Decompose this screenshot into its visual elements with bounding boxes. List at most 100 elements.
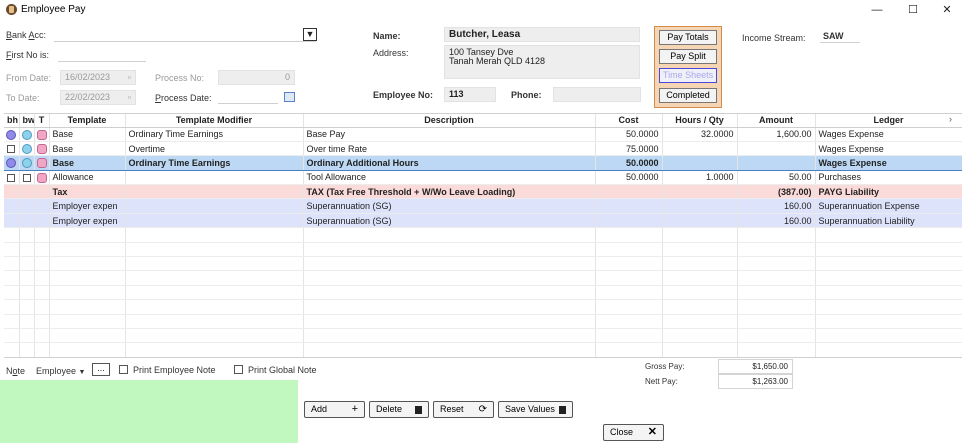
phone-label: Phone: xyxy=(511,90,542,100)
save-values-button[interactable]: Save Values xyxy=(498,401,573,418)
table-row[interactable]: Base Overtime Over time Rate 75.0000 Wag… xyxy=(4,141,962,157)
table-row[interactable]: Base Ordinary Time Earnings Base Pay 50.… xyxy=(4,127,962,142)
from-date-input[interactable]: 16/02/2023 ▫ xyxy=(60,70,136,85)
close-button[interactable]: Close ✕ xyxy=(603,424,664,441)
bh-checkbox[interactable] xyxy=(7,145,16,154)
empty-row xyxy=(4,328,962,344)
process-date-label: Process Date: xyxy=(155,93,212,103)
note-browse-button[interactable]: ... xyxy=(92,363,110,376)
app-logo-icon xyxy=(6,4,17,15)
pay-totals-button[interactable]: Pay Totals xyxy=(659,30,717,45)
income-stream-value[interactable]: SAW xyxy=(820,30,860,43)
bank-acc-label: Bank Acc: xyxy=(6,30,47,40)
bank-acc-select[interactable] xyxy=(54,28,316,42)
name-label: Name: xyxy=(373,31,401,41)
table-row-employer[interactable]: Employer expen Superannuation (SG) 160.0… xyxy=(4,198,962,214)
cell-ledger: Wages Expense xyxy=(815,127,962,142)
col-header-bh[interactable]: bh xyxy=(4,114,20,128)
minimize-button[interactable]: — xyxy=(862,2,892,18)
cell-ledger: Superannuation Expense xyxy=(815,198,962,214)
to-date-label: To Date: xyxy=(6,93,40,103)
process-date-input[interactable] xyxy=(218,90,278,104)
process-no-input[interactable]: 0 xyxy=(218,70,295,85)
first-no-input[interactable] xyxy=(58,48,146,62)
cell-modifier xyxy=(125,170,304,186)
bh-indicator-icon[interactable] xyxy=(6,129,17,140)
net-pay-value: $1,263.00 xyxy=(718,374,793,389)
cell-hours xyxy=(662,141,738,157)
cell-description: TAX (Tax Free Threshold + W/Wo Leave Loa… xyxy=(303,184,596,200)
type-indicator-icon[interactable] xyxy=(36,158,47,169)
address-line-2: Tanah Merah QLD 4128 xyxy=(449,56,546,66)
cell-amount: 160.00 xyxy=(737,198,816,214)
cell-cost xyxy=(595,184,663,200)
cell-modifier: Ordinary Time Earnings xyxy=(125,127,304,142)
cell-cost xyxy=(595,198,663,214)
col-header-hours-qty[interactable]: Hours / Qty xyxy=(662,114,738,128)
save-icon xyxy=(558,405,566,414)
delete-button[interactable]: Delete xyxy=(369,401,429,418)
table-row-selected[interactable]: Base Ordinary Time Earnings Ordinary Add… xyxy=(4,155,962,171)
cell-template: Employer expen xyxy=(49,213,126,229)
time-sheets-button[interactable]: Time Sheets xyxy=(659,68,717,83)
empty-row xyxy=(4,242,962,258)
empty-row xyxy=(4,227,962,243)
col-header-bw[interactable]: bw xyxy=(19,114,35,128)
chevron-right-icon[interactable]: › xyxy=(949,114,952,124)
gross-pay-value: $1,650.00 xyxy=(718,359,793,374)
table-row-tax[interactable]: Tax TAX (Tax Free Threshold + W/Wo Leave… xyxy=(4,184,962,200)
col-header-cost[interactable]: Cost xyxy=(595,114,663,128)
col-header-template[interactable]: Template xyxy=(49,114,126,128)
empty-row xyxy=(4,299,962,315)
pay-lines-grid[interactable]: bh bw T Template Template Modifier Descr… xyxy=(4,113,962,358)
cell-modifier: Ordinary Time Earnings xyxy=(125,155,304,171)
col-header-ledger[interactable]: Ledger xyxy=(815,114,962,128)
bh-checkbox[interactable] xyxy=(7,173,16,182)
close-window-button[interactable]: ✕ xyxy=(932,2,962,18)
table-row-employer[interactable]: Employer expen Superannuation (SG) 160.0… xyxy=(4,213,962,229)
bw-checkbox[interactable] xyxy=(22,173,31,182)
col-header-description[interactable]: Description xyxy=(303,114,596,128)
col-header-template-modifier[interactable]: Template Modifier xyxy=(125,114,304,128)
col-header-amount[interactable]: Amount xyxy=(737,114,816,128)
close-icon: ✕ xyxy=(647,426,657,438)
bw-indicator-icon[interactable] xyxy=(21,158,32,169)
cell-cost: 50.0000 xyxy=(595,127,663,142)
employee-no: 113 xyxy=(444,87,496,102)
type-indicator-icon[interactable] xyxy=(36,129,47,140)
gross-pay-label: Gross Pay: xyxy=(645,362,685,371)
table-row[interactable]: Allowance Tool Allowance 50.0000 1.0000 … xyxy=(4,170,962,186)
chevron-down-icon[interactable]: ▼ xyxy=(303,28,317,41)
print-global-note-checkbox[interactable] xyxy=(234,365,243,374)
empty-row xyxy=(4,314,962,329)
note-text-area[interactable] xyxy=(0,380,298,443)
completed-button[interactable]: Completed xyxy=(659,88,717,103)
type-indicator-icon[interactable] xyxy=(36,172,47,183)
pay-split-button[interactable]: Pay Split xyxy=(659,49,717,64)
phone-field xyxy=(553,87,641,102)
note-type-select[interactable]: Employee ▼ xyxy=(36,366,85,376)
print-global-note-label: Print Global Note xyxy=(248,365,317,375)
cell-ledger: Wages Expense xyxy=(815,155,962,171)
cell-ledger: Purchases xyxy=(815,170,962,186)
calendar-icon[interactable] xyxy=(284,92,295,102)
cell-amount: (387.00) xyxy=(737,184,816,200)
add-button[interactable]: Add + xyxy=(304,401,365,418)
employee-no-label: Employee No: xyxy=(373,90,434,100)
address-label: Address: xyxy=(373,48,409,58)
print-employee-note-checkbox[interactable] xyxy=(119,365,128,374)
cell-modifier: Overtime xyxy=(125,141,304,157)
maximize-button[interactable]: ☐ xyxy=(898,2,928,18)
to-date-input[interactable]: 22/02/2023 ▫ xyxy=(60,90,136,105)
type-indicator-icon[interactable] xyxy=(36,143,47,154)
cell-modifier xyxy=(125,198,304,214)
cell-description: Over time Rate xyxy=(303,141,596,157)
reset-button[interactable]: Reset ⟳ xyxy=(433,401,494,418)
cell-template: Employer expen xyxy=(49,198,126,214)
bw-indicator-icon[interactable] xyxy=(21,143,32,154)
col-header-t[interactable]: T xyxy=(34,114,50,128)
bh-indicator-icon[interactable] xyxy=(6,158,17,169)
cell-template: Tax xyxy=(49,184,126,200)
bw-indicator-icon[interactable] xyxy=(21,129,32,140)
cell-cost: 50.0000 xyxy=(595,170,663,186)
